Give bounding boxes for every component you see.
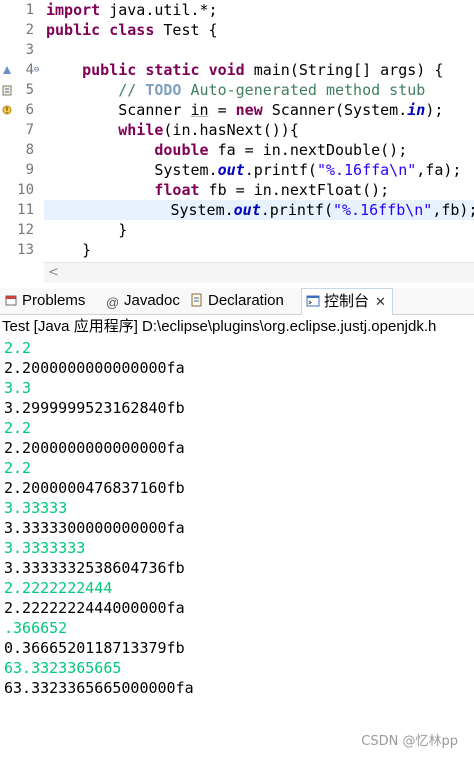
console-process-title: Test [Java 应用程序] D:\eclipse\plugins\org.… — [2, 318, 437, 335]
line-number: 5 — [25, 82, 34, 98]
line-number: 7 — [25, 122, 34, 138]
code-line[interactable]: public static void main(String[] args) { — [46, 60, 474, 80]
console-output-line: 3.3333300000000000fa — [4, 519, 185, 537]
close-icon[interactable]: ✕ — [375, 294, 386, 309]
line-number: 8 — [25, 142, 34, 158]
console-icon — [306, 295, 320, 307]
console-input-line: 2.2222222444 — [4, 579, 113, 597]
console-output-line: 2.2000000000000000fa — [4, 359, 185, 377]
problems-icon — [5, 295, 17, 306]
at-icon: @ — [106, 295, 120, 310]
console-input-line: 63.3323365665 — [4, 659, 122, 677]
line-number: 1 — [25, 2, 34, 18]
warning-icon — [2, 105, 12, 115]
task-icon — [2, 85, 12, 96]
console-input-line: 2.2 — [4, 419, 32, 437]
console-input-line: 3.33333 — [4, 499, 68, 517]
console-output-line: 3.3333332538604736fb — [4, 559, 185, 577]
code-line[interactable]: while(in.hasNext()){ — [46, 120, 474, 140]
console-output-line: 63.3323365665000000fa — [4, 679, 194, 697]
line-number: 9 — [25, 162, 34, 178]
code-line[interactable] — [46, 40, 474, 60]
line-number: 13 — [17, 242, 34, 258]
tab-problems[interactable]: Problems — [4, 288, 85, 314]
console-output-line: 2.2222222444000000fa — [4, 599, 185, 617]
fold-collapse-icon[interactable]: ⊖ — [34, 60, 44, 80]
line-number: 3 — [25, 42, 34, 58]
console-input-line: 3.3 — [4, 379, 32, 397]
code-line[interactable]: import java.util.*; — [46, 0, 474, 20]
horizontal-scrollbar[interactable]: < — [44, 262, 474, 283]
line-number: 11 — [17, 202, 34, 218]
code-line-current[interactable]: System.out.printf("%.16ffb\n",fb); — [44, 200, 474, 220]
code-line[interactable]: } — [46, 220, 474, 240]
console-output-line: 0.3666520118713379fb — [4, 639, 185, 657]
code-line[interactable]: double fa = in.nextDouble(); — [46, 140, 474, 160]
scroll-left-icon[interactable]: < — [48, 265, 59, 280]
line-number: 4 — [25, 62, 34, 78]
line-number: 2 — [25, 22, 34, 38]
code-line[interactable]: } — [46, 240, 474, 260]
console-input-line: 3.3333333 — [4, 539, 86, 557]
console-output[interactable]: 2.2 2.2000000000000000fa 3.3 3.299999952… — [0, 338, 474, 759]
code-line[interactable]: Scanner in = new Scanner(System.in); — [46, 100, 474, 120]
watermark: CSDN @忆林pp — [361, 734, 458, 749]
console-input-line: 2.2 — [4, 459, 32, 477]
console-input-line: .366652 — [4, 619, 68, 637]
code-line[interactable]: // TODO Auto-generated method stub — [46, 80, 474, 100]
view-tab-bar: Problems @ Javadoc Declaration 控制台 ✕ — [0, 288, 474, 315]
code-editor[interactable]: 1 2 3 4 ⊖ 5 6 7 8 9 10 11 12 13 import j… — [0, 0, 474, 262]
declaration-icon — [191, 293, 202, 307]
tab-console[interactable]: 控制台 ✕ — [301, 288, 393, 315]
console-output-line: 2.2000000476837160fb — [4, 479, 185, 497]
console-output-line: 2.2000000000000000fa — [4, 439, 185, 457]
line-number: 6 — [25, 102, 34, 118]
override-icon — [3, 66, 11, 74]
line-number: 10 — [17, 182, 34, 198]
line-number: 12 — [17, 222, 34, 238]
console-input-line: 2.2 — [4, 339, 32, 357]
console-output-line: 3.2999999523162840fb — [4, 399, 185, 417]
marker-gutter — [0, 0, 14, 262]
code-line[interactable]: float fb = in.nextFloat(); — [46, 180, 474, 200]
code-line[interactable]: public class Test { — [46, 20, 474, 40]
tab-declaration[interactable]: Declaration — [190, 288, 284, 314]
tab-javadoc[interactable]: @ Javadoc — [106, 288, 180, 314]
code-line[interactable]: System.out.printf("%.16ffa\n",fa); — [46, 160, 474, 180]
